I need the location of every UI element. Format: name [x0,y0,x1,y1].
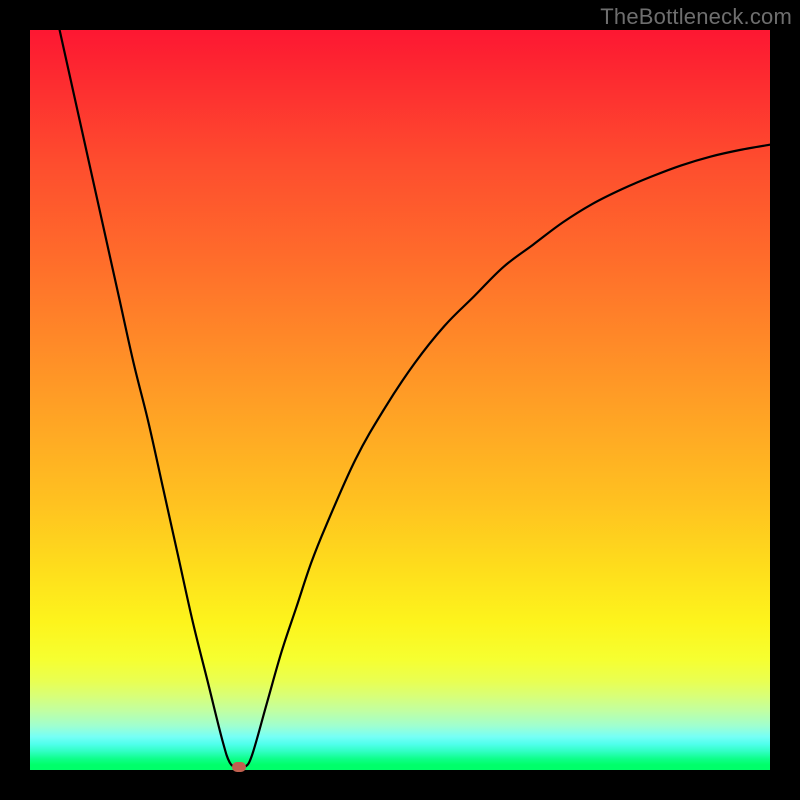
minimum-marker [232,762,246,772]
chart-frame: TheBottleneck.com [0,0,800,800]
bottleneck-curve [30,30,770,770]
watermark-text: TheBottleneck.com [600,4,792,30]
